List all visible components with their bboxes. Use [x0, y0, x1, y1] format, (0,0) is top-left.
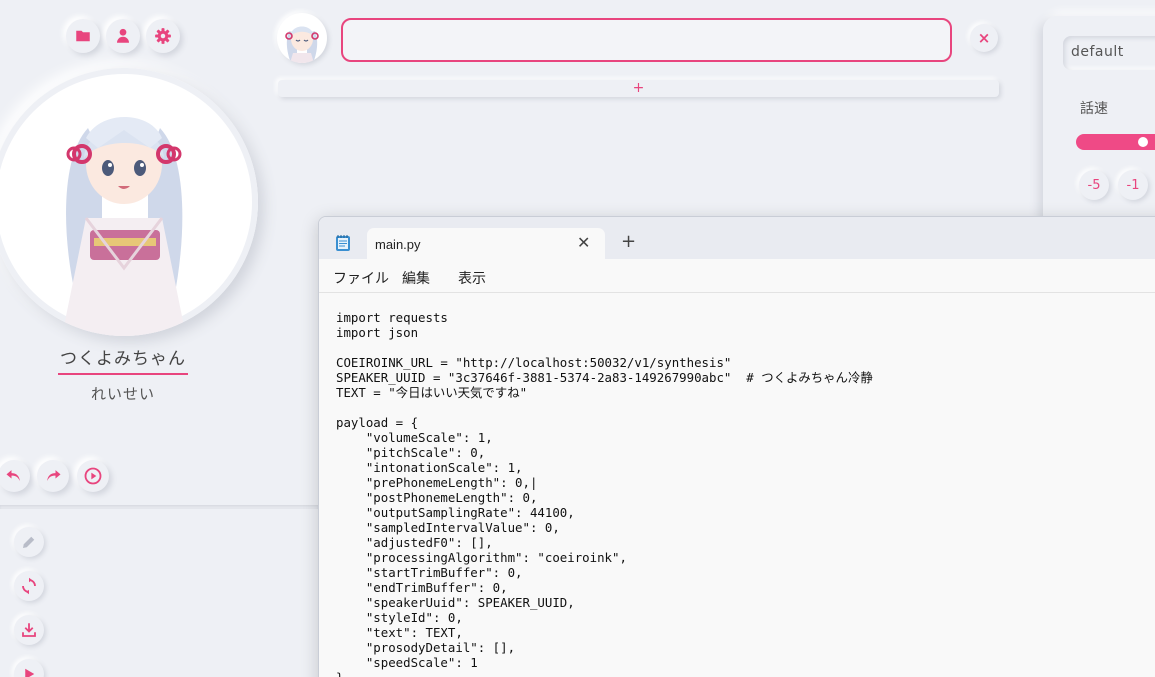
character-name[interactable]: つくよみちゃん	[58, 344, 188, 375]
code-line: "styleId": 0,	[336, 610, 463, 625]
code-line: "pitchScale": 0,	[336, 445, 486, 460]
open-folder-button[interactable]	[66, 19, 100, 53]
left-panel-divider	[0, 505, 318, 509]
code-line: SPEAKER_UUID = "3c37646f-3881-5374-2a83-…	[336, 370, 873, 385]
tab-title: main.py	[375, 237, 421, 252]
code-line: "speedScale": 1	[336, 655, 478, 670]
refresh-icon	[22, 577, 36, 595]
close-tab-icon[interactable]: ✕	[577, 233, 590, 252]
gear-icon	[155, 28, 171, 44]
speaker-thumbnail	[285, 26, 319, 63]
code-line: "adjustedF0": [],	[336, 535, 493, 550]
play-icon	[25, 668, 35, 677]
character-select-button[interactable]	[106, 19, 140, 53]
code-line: COEIROINK_URL = "http://localhost:50032/…	[336, 355, 732, 370]
character-style[interactable]: れいせい	[58, 383, 188, 404]
menu-view[interactable]: 表示	[458, 268, 486, 288]
code-line: "startTrimBuffer": 0,	[336, 565, 523, 580]
notepad-tab[interactable]: main.py ✕	[367, 228, 605, 259]
code-line: "sampledIntervalValue": 0,	[336, 520, 560, 535]
download-icon	[22, 623, 36, 637]
code-line: "endTrimBuffer": 0,	[336, 580, 508, 595]
code-line: payload = {	[336, 415, 419, 430]
code-line: "processingAlgorithm": "coeiroink",	[336, 550, 627, 565]
play-tool-button[interactable]	[14, 659, 44, 677]
character-portrait	[0, 68, 258, 336]
speed-step-minus5[interactable]: -5	[1079, 170, 1109, 200]
notepad-window: main.py ✕ + ファイル 編集 表示 import requests i…	[318, 216, 1155, 677]
code-line: TEXT = "今日はいい天気ですね"	[336, 385, 528, 400]
notepad-titlebar: main.py ✕ +	[319, 217, 1155, 259]
pencil-icon	[23, 536, 35, 548]
code-line: "speakerUuid": SPEAKER_UUID,	[336, 595, 575, 610]
redo-button[interactable]	[37, 460, 69, 492]
notepad-menubar: ファイル 編集 表示	[319, 259, 1155, 293]
folder-icon	[76, 30, 90, 42]
code-line: "intonationScale": 1,	[336, 460, 523, 475]
code-line: "outputSamplingRate": 44100,	[336, 505, 575, 520]
speed-step-minus1[interactable]: -1	[1118, 170, 1148, 200]
code-line: "prePhonemeLength": 0,|	[336, 475, 538, 490]
code-line: }	[336, 670, 343, 677]
code-line: "prosodyDetail": [],	[336, 640, 516, 655]
menu-file[interactable]: ファイル	[333, 268, 389, 288]
user-icon	[117, 28, 129, 43]
code-line: import json	[336, 325, 419, 340]
speed-label: 話速	[1080, 101, 1108, 117]
preset-select[interactable]: default	[1063, 36, 1155, 70]
undo-icon	[6, 470, 20, 481]
character-illustration	[62, 117, 186, 336]
row-speaker-avatar[interactable]	[277, 13, 327, 63]
code-line: "volumeScale": 1,	[336, 430, 493, 445]
menu-edit[interactable]: 編集	[402, 268, 430, 288]
notepad-app-icon	[336, 235, 350, 251]
add-row-button[interactable]: +	[278, 80, 999, 97]
delete-row-button[interactable]: ×	[970, 24, 998, 52]
speed-slider-handle[interactable]	[1138, 137, 1148, 147]
refresh-tool-button[interactable]	[14, 571, 44, 601]
new-tab-button[interactable]: +	[621, 233, 636, 251]
speech-text-input[interactable]	[341, 18, 952, 62]
code-editor[interactable]: import requests import json COEIROINK_UR…	[319, 293, 1155, 677]
edit-tool-button[interactable]	[14, 527, 44, 557]
code-line: "postPhonemeLength": 0,	[336, 490, 538, 505]
code-line: "text": TEXT,	[336, 625, 463, 640]
play-button[interactable]	[77, 460, 109, 492]
undo-button[interactable]	[0, 460, 30, 492]
code-line: import requests	[336, 310, 448, 325]
settings-button[interactable]	[146, 19, 180, 53]
redo-icon	[47, 470, 61, 481]
play-circle-icon	[84, 467, 102, 485]
download-tool-button[interactable]	[14, 615, 44, 645]
